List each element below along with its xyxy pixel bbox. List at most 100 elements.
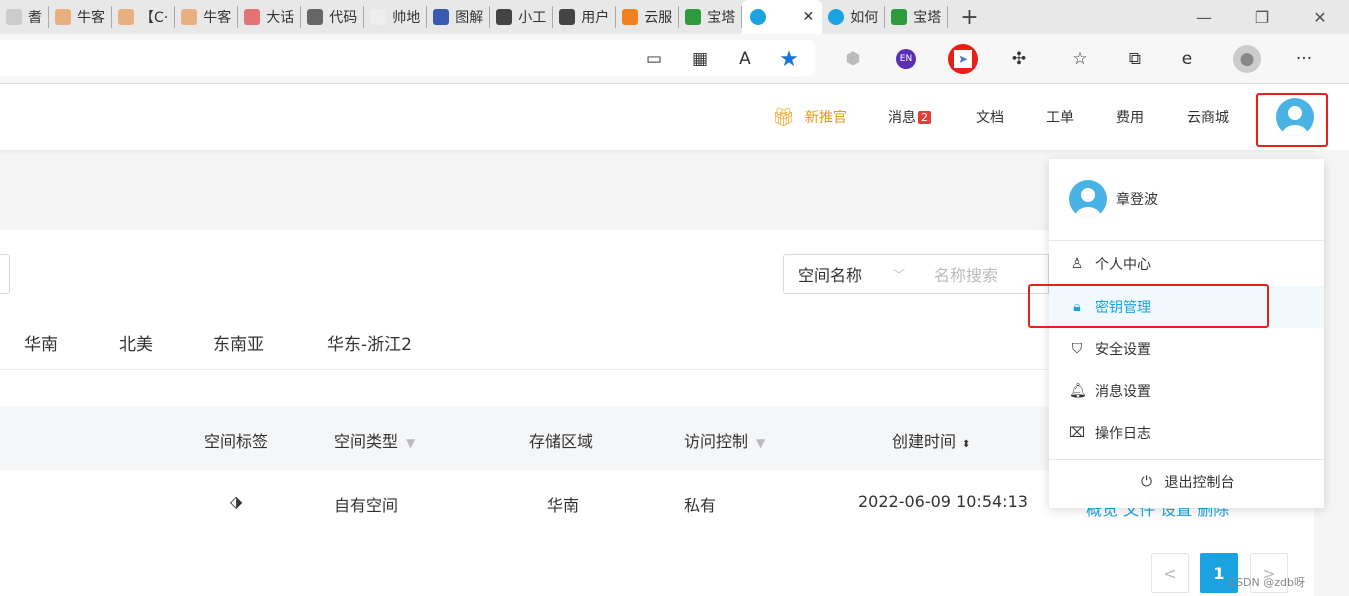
new-tab-button[interactable]: + <box>948 5 990 30</box>
tab-title: 宝塔 <box>707 10 736 26</box>
dropdown-avatar <box>1069 180 1107 218</box>
tab-title: 如何 <box>850 10 879 26</box>
close-tab-icon[interactable]: ✕ <box>803 9 815 25</box>
browser-tab-active[interactable]: ✕ <box>742 0 823 34</box>
tab-title: 宝塔 <box>913 10 942 26</box>
tab-favicon-icon <box>891 9 908 25</box>
menu-item-security[interactable]: ⛉ 安全设置 <box>1049 328 1324 370</box>
region-tab[interactable]: 华东-浙江2 <box>327 330 412 355</box>
filter-icon[interactable]: ▼ <box>406 436 415 450</box>
chart-board-icon: ⌧ <box>1069 425 1086 441</box>
region-tab[interactable]: 北美 <box>119 330 153 355</box>
browser-tab[interactable]: 用户 <box>553 6 617 28</box>
region-tab[interactable]: 东南亚 <box>213 330 264 355</box>
browser-tab[interactable]: 耆 <box>0 6 49 28</box>
collections-icon[interactable]: ⧉ <box>1123 47 1147 71</box>
browser-tab[interactable]: 代码 <box>301 6 365 28</box>
browser-tab[interactable]: 宝塔 <box>679 6 743 28</box>
col-access[interactable]: 访问控制 ▼ <box>684 428 765 452</box>
tab-title: 代码 <box>329 10 358 26</box>
tab-favicon-icon <box>433 9 450 25</box>
browser-tab[interactable]: 图解 <box>427 6 491 28</box>
tab-title: 牛客 <box>203 10 232 26</box>
tickets-link[interactable]: 工单 <box>1046 84 1074 150</box>
sort-icon[interactable]: ⬍ <box>962 439 970 450</box>
tab-title: 【C· <box>140 10 169 26</box>
browser-tab[interactable]: 牛客 <box>49 6 112 28</box>
search-field-select[interactable]: 空间名称 ﹀ <box>783 254 920 294</box>
menu-item-logs[interactable]: ⌧ 操作日志 <box>1049 412 1324 454</box>
cell-access: 私有 <box>684 496 717 515</box>
billing-link[interactable]: 费用 <box>1116 84 1144 150</box>
col-type[interactable]: 空间类型 ▼ <box>334 428 415 452</box>
tab-title: 大话 <box>266 10 295 26</box>
menu-item-notifications[interactable]: 🔔︎ 消息设置 <box>1049 370 1324 412</box>
tab-favicon-icon <box>559 9 576 25</box>
window-controls: — ❐ ✕ <box>1175 0 1349 34</box>
ie-mode-icon[interactable]: e <box>1175 47 1199 71</box>
message-count-badge: 2 <box>918 110 931 124</box>
browser-tab[interactable]: 宝塔 <box>885 6 949 28</box>
extension-shield-icon[interactable]: ⬢ <box>841 47 865 71</box>
promo-link[interactable]: 🎁︎ 新推官 <box>772 84 847 150</box>
cell-created: 2022-06-09 10:54:13 <box>858 492 1028 511</box>
user-icon: ♙ <box>1070 256 1084 272</box>
tab-title: 牛客 <box>77 10 105 26</box>
browser-tab[interactable]: 牛客 <box>175 6 239 28</box>
restore-button[interactable]: ❐ <box>1233 0 1291 34</box>
browser-tab[interactable]: 【C· <box>112 6 176 28</box>
console-header: 🎁︎ 新推官 消息 2 文档 工单 费用 云商城 <box>0 84 1349 150</box>
tab-favicon-icon <box>828 9 845 25</box>
favorite-star-icon[interactable]: ★ <box>777 47 801 72</box>
extensions-icon[interactable]: ✣ <box>1007 47 1031 71</box>
tab-favicon-icon <box>244 9 261 25</box>
tab-favicon-icon <box>750 9 767 25</box>
user-dropdown-menu: 章登波 ♙ 个人中心 🔒︎ 密钥管理 ⛉ 安全设置 🔔︎ 消息设置 ⌧ 操作日志 ⏻ 退出控… <box>1049 159 1324 508</box>
filter-icon[interactable]: ▼ <box>756 436 765 450</box>
messages-link[interactable]: 消息 2 <box>888 84 931 150</box>
profile-icon[interactable]: ● <box>1233 45 1261 73</box>
highlight-box <box>1256 93 1328 147</box>
browser-tab-bar: 耆 牛客 【C· 牛客 大话 代码 帅地 图解 小工 用户 云服 宝塔 ✕ 如何 宝塔 + <box>0 0 1349 34</box>
cell-type: 自有空间 <box>334 496 399 515</box>
tab-title: 小工 <box>518 10 547 26</box>
store-link[interactable]: 云商城 <box>1187 84 1229 150</box>
more-icon[interactable]: ··· <box>1292 47 1316 71</box>
region-tab[interactable]: 华南 <box>24 330 58 355</box>
browser-tab[interactable]: 大话 <box>238 6 302 28</box>
logout-button[interactable]: ⏻ 退出控制台 <box>1049 461 1324 503</box>
read-aloud-icon[interactable]: A <box>733 47 757 71</box>
tag-icon[interactable]: ⬗ <box>230 492 242 511</box>
minimize-button[interactable]: — <box>1175 0 1233 34</box>
tab-title: 帅地 <box>392 10 421 26</box>
col-label: 空间类型 <box>334 432 399 451</box>
docs-link[interactable]: 文档 <box>976 84 1004 150</box>
left-input[interactable] <box>0 254 10 294</box>
browser-tab[interactable]: 小工 <box>490 6 554 28</box>
promo-label: 新推官 <box>804 110 847 126</box>
tab-favicon-icon <box>6 9 22 25</box>
highlight-box <box>1028 284 1269 328</box>
translate-en-icon[interactable]: EN <box>896 49 916 69</box>
close-window-button[interactable]: ✕ <box>1291 0 1349 34</box>
col-created[interactable]: 创建时间 ⬍ <box>892 428 970 452</box>
tab-favicon-icon <box>685 9 702 25</box>
browser-tab[interactable]: 如何 <box>822 6 886 28</box>
tab-favicon-icon <box>370 9 387 25</box>
extension-bird-icon[interactable]: ➤ <box>948 44 978 74</box>
tab-title: 用户 <box>581 10 610 26</box>
browser-tab[interactable]: 帅地 <box>364 6 428 28</box>
favorites-icon[interactable]: ☆ <box>1068 47 1092 71</box>
tab-favicon-icon <box>118 9 134 25</box>
app-icon[interactable]: ▭ <box>642 47 666 71</box>
browser-tab[interactable]: 云服 <box>616 6 680 28</box>
chevron-down-icon: ﹀ <box>892 267 905 282</box>
browser-toolbar: ▭ ▦ A ★ ⬢ EN ➤ ✣ ☆ ⧉ e ● ··· <box>0 34 1349 84</box>
apps-icon[interactable]: ▦ <box>688 47 712 71</box>
menu-item-profile[interactable]: ♙ 个人中心 <box>1049 243 1324 285</box>
cell-region: 华南 <box>547 496 580 515</box>
power-icon: ⏻ <box>1140 474 1153 490</box>
shield-check-icon: ⛉ <box>1071 341 1083 357</box>
prev-page-button[interactable]: < <box>1151 553 1189 593</box>
messages-label: 消息 <box>888 110 916 126</box>
